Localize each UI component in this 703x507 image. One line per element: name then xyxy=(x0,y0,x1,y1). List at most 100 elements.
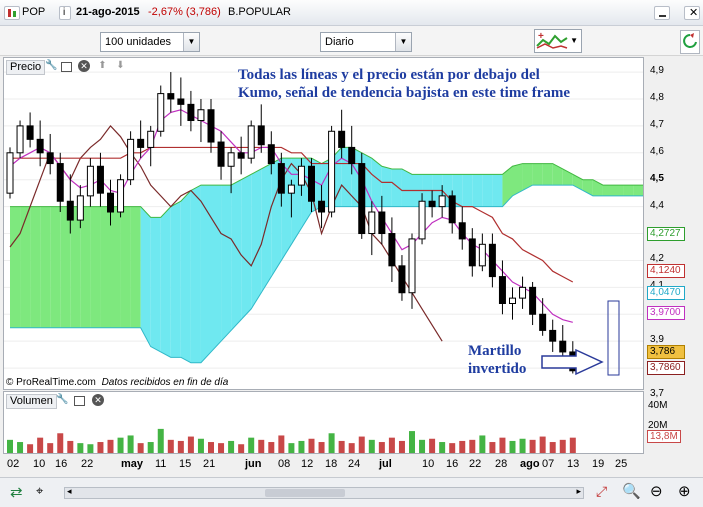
x-tick: may xyxy=(121,458,144,470)
kumo-segment xyxy=(160,206,171,358)
volume-bar xyxy=(519,438,526,453)
window-icon[interactable] xyxy=(61,62,72,72)
units-select[interactable]: 100 unidades ▼ xyxy=(100,32,200,52)
chart-type-icon[interactable] xyxy=(4,6,20,20)
candle-down xyxy=(498,276,506,305)
candle-down xyxy=(308,165,315,202)
move-down-icon[interactable]: ⬇ xyxy=(114,60,127,73)
candle-down xyxy=(177,98,185,105)
symbol-label: POP xyxy=(22,6,46,18)
units-value: 100 unidades xyxy=(105,36,172,48)
volume-bar xyxy=(218,443,225,453)
price-panel-label[interactable]: Precio xyxy=(6,60,46,75)
kumo-segment xyxy=(50,206,61,328)
refresh-icon[interactable] xyxy=(680,30,700,54)
volume-bar xyxy=(147,442,154,453)
volume-bar xyxy=(117,437,124,453)
candle-up xyxy=(418,200,426,240)
volume-bar xyxy=(358,436,365,453)
volume-panel-label[interactable]: Volumen xyxy=(6,394,57,409)
callout-line-1: Martillo xyxy=(468,343,522,359)
wrench-icon[interactable]: 🔧 xyxy=(56,394,69,407)
remove-icon[interactable]: ✕ xyxy=(92,394,104,406)
volume-bar xyxy=(318,442,325,453)
volume-bar xyxy=(489,442,496,453)
volume-bar xyxy=(157,428,164,453)
kumo-segment xyxy=(40,206,51,328)
cursor-icon[interactable]: ⌖ xyxy=(36,483,43,499)
volume-bar xyxy=(27,444,34,453)
window-icon[interactable] xyxy=(74,396,85,406)
zoom-out-icon[interactable]: ⊖ xyxy=(650,482,663,500)
zoom-in-icon[interactable]: ⊕ xyxy=(678,482,691,500)
kumo-segment xyxy=(241,174,252,320)
volume-bar xyxy=(328,433,335,453)
volume-panel: Volumen 🔧 ✕ xyxy=(3,391,644,454)
date-label: 21-ago-2015 xyxy=(76,6,140,18)
candle-down xyxy=(338,130,346,148)
price-tag: 4,1240 xyxy=(647,264,685,278)
price-label-text: Precio xyxy=(10,61,42,73)
price-tick: 4,2 xyxy=(650,253,664,265)
kumo-segment xyxy=(231,179,242,331)
volume-tick-40m: 40M xyxy=(648,400,668,411)
kumo-segment xyxy=(251,168,262,309)
kumo-segment xyxy=(70,206,81,328)
kumo-segment xyxy=(190,185,201,363)
add-indicator-icon: + xyxy=(536,31,568,49)
data-note-text: Datos recibidos en fin de día xyxy=(101,377,229,388)
candle-down xyxy=(56,163,64,202)
move-up-icon[interactable]: ⬆ xyxy=(96,60,109,73)
x-tick: 10 xyxy=(422,458,435,470)
remove-icon[interactable]: ✕ xyxy=(78,60,90,72)
scroll-thumb[interactable] xyxy=(265,489,345,497)
volume-bar xyxy=(167,439,174,453)
volume-bar xyxy=(77,443,84,453)
candle-down xyxy=(66,200,74,221)
x-tick: 11 xyxy=(155,458,167,470)
candle-up xyxy=(227,152,235,167)
candle-up xyxy=(76,195,84,221)
volume-bar xyxy=(208,442,214,453)
title-bar: POP i 21-ago-2015 -2,67% (3,786) B.POPUL… xyxy=(0,0,703,26)
sync-icon[interactable]: ⇄ xyxy=(10,483,23,501)
info-icon[interactable]: i xyxy=(59,6,71,20)
x-tick: 08 xyxy=(278,458,291,470)
kumo-segment xyxy=(120,206,131,328)
volume-bar xyxy=(569,437,576,453)
kumo-segment xyxy=(170,201,181,358)
expand-icon[interactable]: ⤢ xyxy=(596,483,607,500)
minimize-icon[interactable] xyxy=(654,6,670,20)
candle-down xyxy=(428,200,436,208)
volume-bar xyxy=(137,443,144,453)
zoom-fit-icon[interactable]: 🔍 xyxy=(622,482,641,500)
candle-down xyxy=(187,103,195,122)
wrench-icon[interactable]: 🔧 xyxy=(45,60,58,73)
candle-down xyxy=(36,138,44,154)
candle-up xyxy=(127,138,135,181)
candle-down xyxy=(167,93,175,100)
candle-down xyxy=(277,163,285,194)
candle-down xyxy=(257,125,265,146)
horizontal-scrollbar[interactable]: ◂ ▸ xyxy=(64,486,584,499)
kumo-segment xyxy=(462,174,473,207)
volume-bar xyxy=(419,439,426,453)
x-axis: 02 10 16 22 may 11 15 21 jun 08 12 18 24 jul 10 16 22 28 a… xyxy=(3,455,644,475)
price-tick: 4,9 xyxy=(650,65,664,77)
candle-down xyxy=(488,243,496,278)
volume-bar xyxy=(559,439,566,453)
kumo-segment xyxy=(110,206,121,328)
chevron-down-icon: ▼ xyxy=(395,33,411,51)
data-source-footer: © ProRealTime.com Datos recibidos en fin… xyxy=(6,377,228,388)
volume-bar xyxy=(248,437,255,453)
kumo-segment xyxy=(472,174,483,207)
candle-up xyxy=(157,93,165,132)
indicator-menu-button[interactable]: + ▼ xyxy=(534,29,582,53)
scroll-right-icon[interactable]: ▸ xyxy=(576,486,581,497)
close-icon[interactable]: ✕ xyxy=(684,6,700,20)
scroll-left-icon[interactable]: ◂ xyxy=(67,486,72,497)
period-select[interactable]: Diario ▼ xyxy=(320,32,412,52)
x-tick: 18 xyxy=(325,458,338,470)
svg-text:+: + xyxy=(538,31,544,42)
price-tag: 3,786 xyxy=(647,345,685,359)
